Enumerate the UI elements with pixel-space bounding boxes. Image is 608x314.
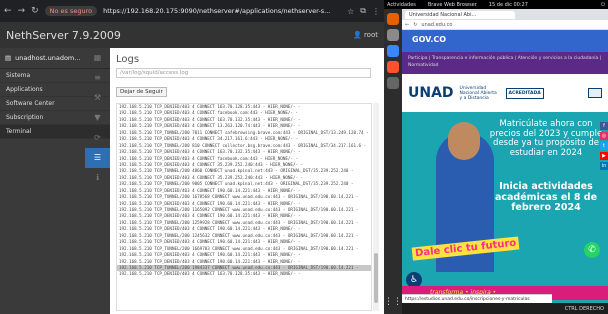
vm-taskbar: CTRL DERECHO: [402, 303, 608, 314]
server-icon: ▤: [5, 54, 12, 62]
back-icon[interactable]: ←: [4, 6, 12, 16]
gov-links[interactable]: Participa | Transparencia e información …: [402, 52, 608, 74]
address-bar-row: ← ↻ unad.edu.co: [402, 20, 608, 30]
nethserver-window: ← → ↻ No es seguro https://192.168.20.17…: [0, 0, 384, 314]
whatsapp-icon[interactable]: ✆: [584, 242, 600, 258]
gnome-top-bar: Actividades Brave Web Browser 15 de dic …: [384, 0, 608, 9]
browser-toolbar: ← → ↻ No es seguro https://192.168.20.17…: [0, 0, 384, 22]
page-title: Logs: [116, 54, 140, 65]
list-icon[interactable]: ≡: [85, 68, 110, 88]
clock[interactable]: 15 de dic 00:27: [489, 2, 528, 8]
status-url: https://estudios.unad.edu.co/inscripcion…: [402, 294, 552, 303]
bookmark-icon[interactable]: ☆: [347, 7, 354, 16]
user-menu[interactable]: 👤 root: [353, 31, 378, 39]
host-key: CTRL DERECHO: [564, 305, 604, 312]
show-apps-icon[interactable]: ⋮⋮: [384, 290, 402, 314]
gov-logo: GOV.CO: [412, 35, 447, 44]
unad-logo[interactable]: UNAD: [408, 85, 454, 101]
log-line: 192.168.5.210 TCP_DENIED/403 4 CONNECT 1…: [119, 271, 301, 277]
activities-button[interactable]: Actividades: [387, 2, 416, 8]
brave-browser: Universidad Nacional Abi... ← ↻ unad.edu…: [402, 9, 608, 314]
terminal-icon[interactable]: [387, 77, 399, 89]
system-indicators-icon[interactable]: ⏻: [601, 2, 605, 8]
refresh-icon[interactable]: ⟳: [85, 128, 110, 148]
sidebar-item-label: Subscription: [6, 114, 44, 121]
follow-button[interactable]: Dejar de Seguir: [116, 87, 167, 97]
logs-icon[interactable]: ☰: [85, 148, 110, 168]
log-line: 192.168.5.210 TCP_TUNNEL/200 4860 CONNEC…: [119, 168, 354, 174]
filter-icon[interactable]: ▼: [85, 108, 110, 128]
security-warning[interactable]: No es seguro: [44, 6, 98, 16]
instagram-icon[interactable]: ◎: [600, 132, 608, 140]
dashboard-icon[interactable]: ▦: [85, 48, 110, 68]
app-icon-column: ▦ ≡ ⚒ ▼ ⟳ ☰ ℹ: [85, 48, 110, 314]
active-app: Brave Web Browser: [427, 1, 477, 8]
brave-icon[interactable]: [387, 61, 399, 73]
scrollbar-thumb[interactable]: [374, 253, 378, 303]
unad-window: Actividades Brave Web Browser 15 de dic …: [384, 0, 608, 314]
hero-headline: Inicia actividades académicas el 8 de fe…: [494, 181, 598, 213]
unad-header: UNAD Universidad Nacional Abierta y a Di…: [402, 74, 608, 112]
twitter-icon[interactable]: t: [600, 142, 608, 150]
sidebar-item-label: Applications: [6, 86, 43, 93]
host-name: unadhost.unadom...: [15, 54, 81, 62]
hero-banner[interactable]: Matricúlate ahora con precios del 2023 y…: [402, 112, 608, 314]
student-head: [448, 122, 480, 160]
help-icon[interactable]: [387, 45, 399, 57]
forward-icon[interactable]: →: [18, 6, 26, 16]
accreditation-badge: ACREDITADA: [505, 87, 544, 99]
log-output: 192.168.5.210 TCP_DENIED/403 4 CONNECT 1…: [116, 103, 372, 311]
sidebar-item-label: Sistema: [6, 72, 31, 79]
reload-icon[interactable]: ↻: [413, 22, 417, 28]
menu-icon[interactable]: [588, 88, 602, 98]
log-path-select[interactable]: /var/log/squid/access.log: [116, 68, 371, 78]
app-header: NethServer 7.9.2009 👤 root: [0, 22, 384, 48]
files-icon[interactable]: [387, 29, 399, 41]
dock: [384, 9, 402, 314]
hero-text: Matricúlate ahora con precios del 2023 y…: [489, 119, 603, 158]
extensions-icon[interactable]: ⧉: [360, 6, 366, 16]
tab-unad[interactable]: Universidad Nacional Abi...: [405, 10, 515, 19]
gov-banner[interactable]: GOV.CO: [402, 30, 608, 52]
menu-icon[interactable]: ⋮: [372, 7, 380, 16]
log-line: 192.168.5.210 TCP_TUNNEL/200 9005 CONNEC…: [119, 181, 354, 187]
firefox-icon[interactable]: [387, 13, 399, 25]
address-bar[interactable]: https://192.168.20.175:9090/nethserver#/…: [103, 7, 341, 15]
log-line: 192.168.5.210 TCP_TUNNEL/200 1678568 CON…: [119, 194, 359, 200]
app-title: NethServer 7.9.2009: [6, 28, 121, 42]
scrollbar[interactable]: [373, 103, 379, 311]
linkedin-icon[interactable]: in: [600, 162, 608, 170]
user-name: root: [363, 31, 378, 39]
wrench-icon[interactable]: ⚒: [85, 88, 110, 108]
unad-subtitle: Universidad Nacional Abierta y a Distanc…: [459, 85, 497, 101]
sidebar-item-label: Terminal: [6, 128, 32, 135]
back-icon[interactable]: ←: [405, 22, 409, 28]
sidebar-item-label: Software Center: [6, 100, 55, 107]
youtube-icon[interactable]: ▶: [600, 152, 608, 160]
facebook-icon[interactable]: f: [600, 122, 608, 130]
info-icon[interactable]: ℹ: [85, 168, 110, 188]
address-bar[interactable]: unad.edu.co: [421, 22, 452, 28]
tab-strip: Universidad Nacional Abi...: [402, 9, 608, 20]
reload-icon[interactable]: ↻: [31, 6, 39, 16]
